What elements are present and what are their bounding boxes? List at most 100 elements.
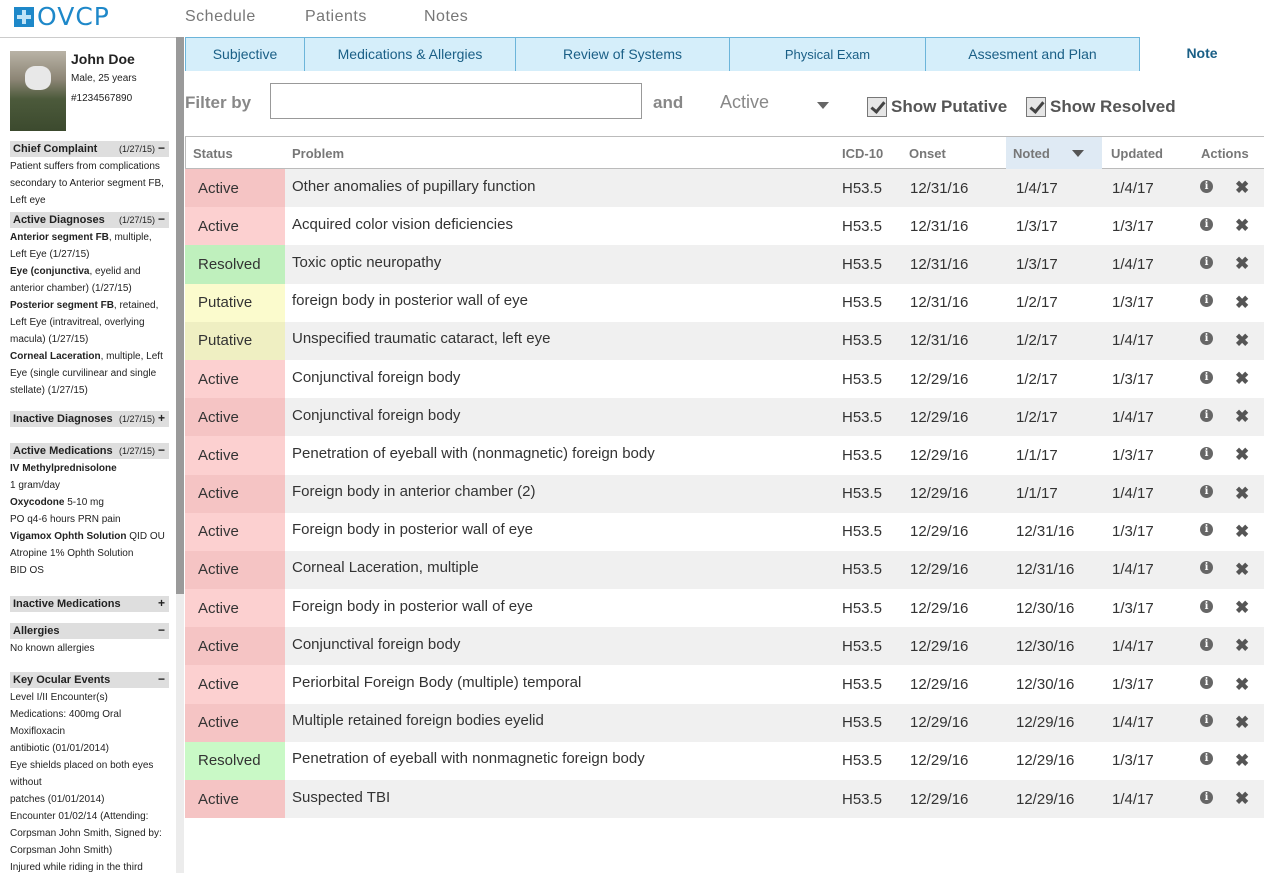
tab-medications-allergies[interactable]: Medications & Allergies [304,37,516,71]
close-icon[interactable]: ✖ [1235,675,1249,695]
app-logo[interactable]: OVCP [14,4,110,29]
remove-button[interactable]: ✖ [1235,627,1249,665]
close-icon[interactable]: ✖ [1235,178,1249,198]
info-button[interactable]: i [1200,282,1213,320]
info-icon[interactable]: i [1200,752,1213,766]
info-icon[interactable]: i [1200,485,1213,499]
remove-button[interactable]: ✖ [1235,207,1249,245]
info-icon[interactable]: i [1200,255,1213,269]
close-icon[interactable]: ✖ [1235,331,1249,351]
table-row[interactable]: Active Conjunctival foreign body H53.5 12/2… [185,358,1264,399]
table-row[interactable]: Active Conjunctival foreign body H53.5 12/2… [185,625,1264,666]
remove-button[interactable]: ✖ [1235,245,1249,283]
remove-button[interactable]: ✖ [1235,284,1249,322]
nav-patients[interactable]: Patients [305,8,424,26]
inactive-medications-header[interactable]: Inactive Medications + [10,596,169,612]
info-icon[interactable]: i [1200,714,1213,728]
expand-icon[interactable]: + [158,411,165,425]
info-button[interactable]: i [1200,167,1213,205]
close-icon[interactable]: ✖ [1235,713,1249,733]
sort-desc-icon[interactable] [1072,150,1084,157]
col-onset[interactable]: Onset [909,137,946,169]
info-icon[interactable]: i [1200,408,1213,422]
info-icon[interactable]: i [1200,790,1213,804]
remove-button[interactable]: ✖ [1235,169,1249,207]
collapse-icon[interactable]: − [158,212,165,226]
remove-button[interactable]: ✖ [1235,551,1249,589]
info-button[interactable]: i [1200,549,1213,587]
info-button[interactable]: i [1200,434,1213,472]
remove-button[interactable]: ✖ [1235,704,1249,742]
sidebar-scrollbar[interactable] [176,37,184,594]
info-button[interactable]: i [1200,511,1213,549]
table-row[interactable]: Active Periorbital Foreign Body (multiple… [185,665,1264,704]
close-icon[interactable]: ✖ [1235,636,1249,656]
info-icon[interactable]: i [1200,599,1213,613]
expand-icon[interactable]: + [158,596,165,610]
key-ocular-events-header[interactable]: Key Ocular Events − [10,672,169,688]
col-noted[interactable]: Noted [1006,137,1102,169]
info-button[interactable]: i [1200,625,1213,663]
info-button[interactable]: i [1200,740,1213,778]
tab-assessment-plan[interactable]: Assesment and Plan [925,37,1140,71]
checkbox-checked-icon[interactable] [1026,97,1046,117]
info-icon[interactable]: i [1200,217,1213,231]
inactive-diagnoses-header[interactable]: Inactive Diagnoses (1/27/15) + [10,411,169,427]
close-icon[interactable]: ✖ [1235,560,1249,580]
table-row[interactable]: Active Foreign body in anterior chamber (… [185,473,1264,513]
close-icon[interactable]: ✖ [1235,445,1249,465]
close-icon[interactable]: ✖ [1235,293,1249,313]
close-icon[interactable]: ✖ [1235,407,1249,427]
filter-input[interactable] [270,83,642,119]
col-updated[interactable]: Updated [1111,137,1163,169]
active-diagnoses-header[interactable]: Active Diagnoses (1/27/15) − [10,212,169,228]
allergies-header[interactable]: Allergies − [10,623,169,639]
tab-review-of-systems[interactable]: Review of Systems [515,37,730,71]
close-icon[interactable]: ✖ [1235,522,1249,542]
table-row[interactable]: Active Foreign body in posterior wall of … [185,587,1264,628]
close-icon[interactable]: ✖ [1235,789,1249,809]
show-putative-checkbox[interactable]: Show Putative [867,97,1007,117]
remove-button[interactable]: ✖ [1235,436,1249,474]
table-row[interactable]: Active Multiple retained foreign bodies e… [185,702,1264,742]
info-icon[interactable]: i [1200,637,1213,651]
remove-button[interactable]: ✖ [1235,475,1249,513]
remove-button[interactable]: ✖ [1235,398,1249,436]
tab-physical-exam[interactable]: Physical Exam [729,37,926,71]
tab-note[interactable]: Note [1140,37,1264,71]
collapse-icon[interactable]: − [158,623,165,637]
collapse-icon[interactable]: − [158,141,165,155]
table-row[interactable]: Active Conjunctival foreign body H53.5 12/2… [185,398,1264,437]
close-icon[interactable]: ✖ [1235,484,1249,504]
table-row[interactable]: Putative Unspecified traumatic cataract, … [185,320,1264,360]
close-icon[interactable]: ✖ [1235,369,1249,389]
info-icon[interactable]: i [1200,294,1213,308]
remove-button[interactable]: ✖ [1235,322,1249,360]
remove-button[interactable]: ✖ [1235,742,1249,780]
close-icon[interactable]: ✖ [1235,216,1249,236]
col-icd10[interactable]: ICD-10 [842,137,883,169]
info-button[interactable]: i [1200,320,1213,358]
nav-schedule[interactable]: Schedule [185,8,305,26]
table-row[interactable]: Active Other anomalies of pupillary funct… [185,167,1264,208]
info-button[interactable]: i [1200,358,1213,396]
info-icon[interactable]: i [1200,179,1213,193]
info-button[interactable]: i [1200,702,1213,740]
remove-button[interactable]: ✖ [1235,665,1249,703]
info-button[interactable]: i [1200,243,1213,281]
active-medications-header[interactable]: Active Medications (1/27/15) − [10,443,169,459]
checkbox-checked-icon[interactable] [867,97,887,117]
remove-button[interactable]: ✖ [1235,513,1249,551]
info-icon[interactable]: i [1200,523,1213,537]
table-row[interactable]: Resolved Toxic optic neuropathy H53.5 12/31… [185,243,1264,284]
col-status[interactable]: Status [193,137,233,169]
close-icon[interactable]: ✖ [1235,751,1249,771]
chief-complaint-header[interactable]: Chief Complaint (1/27/15) − [10,141,169,157]
close-icon[interactable]: ✖ [1235,598,1249,618]
table-row[interactable]: Active Foreign body in posterior wall of … [185,511,1264,551]
show-resolved-checkbox[interactable]: Show Resolved [1026,97,1176,117]
info-button[interactable]: i [1200,473,1213,511]
remove-button[interactable]: ✖ [1235,589,1249,627]
info-button[interactable]: i [1200,587,1213,625]
table-row[interactable]: Active Corneal Laceration, multiple H53.5 1… [185,549,1264,590]
